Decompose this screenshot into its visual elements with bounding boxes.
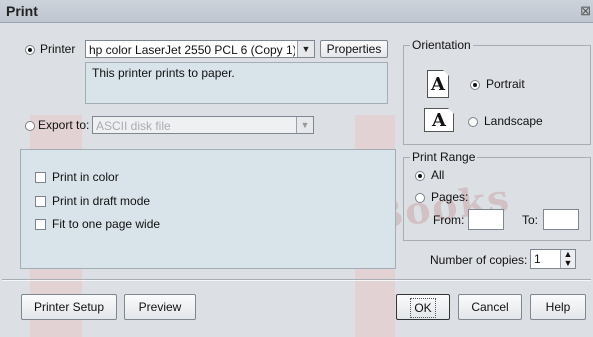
cancel-label: Cancel [471,300,509,314]
bottom-divider [2,279,591,281]
from-label: From: [433,213,465,227]
help-button[interactable]: Help [530,294,586,320]
options-panel [20,149,396,269]
ok-button[interactable]: OK [396,294,450,320]
draft-mode-checkbox[interactable] [35,196,46,207]
export-format-select[interactable]: ASCII disk file ▼ [92,116,314,134]
properties-button[interactable]: Properties [320,40,388,58]
window-title: Print [6,3,38,19]
printer-description: This printer prints to paper. [92,66,235,80]
copies-input[interactable]: 1 ▲ ▼ [530,249,576,269]
preview-label: Preview [138,300,182,314]
export-radio[interactable] [25,121,35,131]
to-label: To: [522,213,539,227]
properties-button-label: Properties [326,42,382,56]
portrait-page-icon: A [427,70,449,98]
printer-setup-label: Printer Setup [33,300,105,314]
copies-label: Number of copies: [430,253,528,267]
orientation-title: Orientation [410,38,473,52]
portrait-radio[interactable] [470,80,480,90]
title-bar[interactable] [0,0,593,23]
range-pages-radio[interactable] [415,193,425,203]
print-in-color-checkbox[interactable] [35,172,46,183]
printer-select-value: hp color LaserJet 2550 PCL 6 (Copy 1) o [89,43,295,57]
help-label: Help [545,300,571,314]
landscape-page-icon: A [424,108,454,132]
range-all-label: All [431,168,445,182]
export-radio-label: Export to: [38,118,90,132]
print-in-color-label: Print in color [52,170,119,184]
landscape-radio[interactable] [468,117,478,127]
portrait-label: Portrait [486,77,525,91]
chevron-down-icon[interactable]: ▼ [297,41,314,57]
range-all-radio[interactable] [415,171,425,181]
printer-description-box: This printer prints to paper. [85,62,388,104]
chevron-down-icon[interactable]: ▼ [561,259,575,268]
fit-one-page-checkbox[interactable] [35,219,46,230]
to-page-input[interactable] [543,209,579,230]
printer-setup-button[interactable]: Printer Setup [21,294,117,320]
fit-one-page-label: Fit to one page wide [52,217,161,231]
copies-stepper[interactable]: ▲ ▼ [560,250,575,268]
ok-label: OK [410,298,436,318]
draft-mode-label: Print in draft mode [52,194,151,208]
range-pages-label: Pages: [431,190,469,204]
close-icon[interactable]: ⊠ [580,3,591,19]
preview-button[interactable]: Preview [124,294,196,320]
cancel-button[interactable]: Cancel [458,294,522,320]
export-format-value: ASCII disk file [96,119,171,133]
printer-radio[interactable] [25,45,35,55]
printer-radio-label: Printer [40,42,76,56]
copies-value: 1 [534,252,541,266]
printer-select[interactable]: hp color LaserJet 2550 PCL 6 (Copy 1) o … [85,40,315,58]
landscape-label: Landscape [484,114,543,128]
from-page-input[interactable] [468,209,504,230]
print-range-title: Print Range [410,150,478,164]
chevron-down-icon[interactable]: ▼ [296,117,313,133]
